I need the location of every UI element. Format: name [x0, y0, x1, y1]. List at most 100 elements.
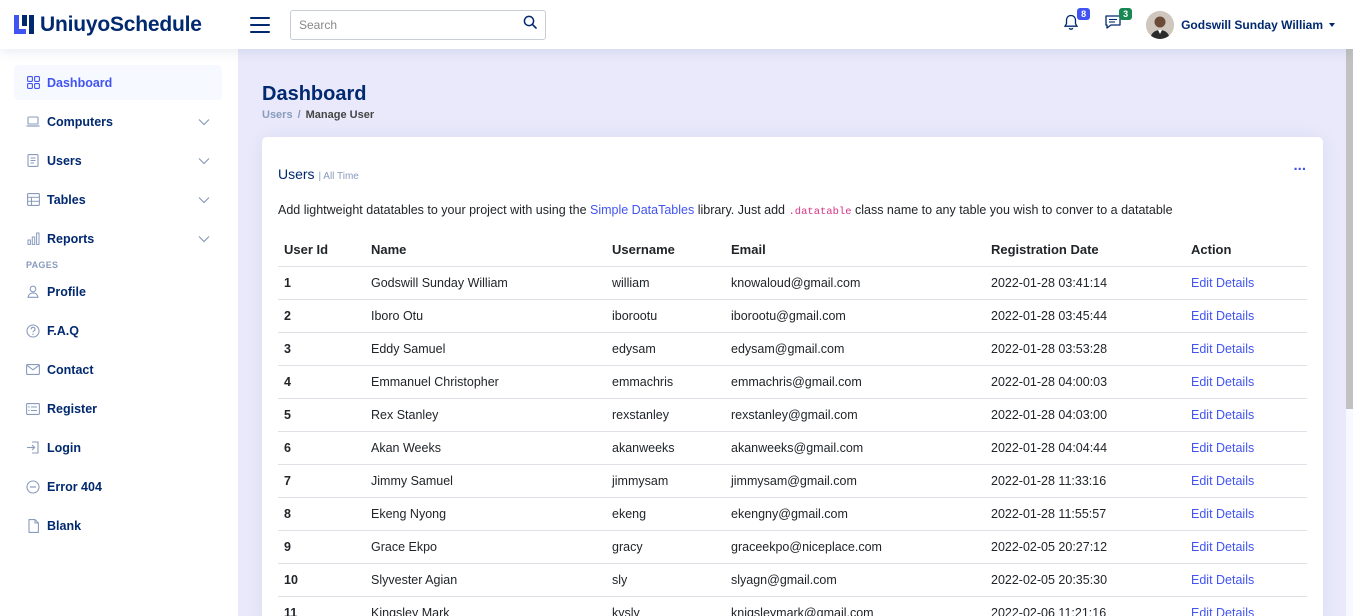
- cell-username: jimmysam: [606, 464, 725, 498]
- table-row: 7 Jimmy Samuel jimmysam jimmysam@gmail.com 2…: [278, 464, 1307, 498]
- sidebar-item-dashboard[interactable]: Dashboard: [14, 65, 222, 100]
- envelope-icon: [26, 363, 40, 377]
- edit-details-link[interactable]: Edit Details: [1191, 309, 1254, 323]
- page-title: Dashboard: [262, 83, 367, 105]
- sidebar-item-profile[interactable]: Profile: [14, 274, 222, 309]
- cell-user-id: 5: [278, 398, 365, 432]
- chevron-down-icon: [198, 115, 210, 129]
- table-row: 10 Slyvester Agian sly slyagn@gmail.com 2022…: [278, 563, 1307, 597]
- cell-registration-date: 2022-01-28 03:45:44: [985, 299, 1185, 333]
- sidebar-item-contact[interactable]: Contact: [14, 352, 222, 387]
- more-options-icon[interactable]: ...: [1293, 157, 1306, 174]
- card-title: Users | All Time: [278, 166, 359, 182]
- column-header-username[interactable]: Username: [606, 233, 725, 267]
- search-input[interactable]: [299, 17, 523, 32]
- sidebar-item-register[interactable]: Register: [14, 391, 222, 426]
- sidebar-item-tables[interactable]: Tables: [14, 182, 222, 217]
- sidebar-item-label: Login: [47, 440, 82, 455]
- cell-name: Rex Stanley: [365, 398, 606, 432]
- sidebar-item-label: Contact: [47, 362, 94, 377]
- table-row: 3 Eddy Samuel edysam edysam@gmail.com 2022-0…: [278, 332, 1307, 366]
- search-icon[interactable]: [523, 15, 537, 34]
- cell-email: kniqsleymark@gmail.com: [725, 596, 985, 616]
- edit-details-link[interactable]: Edit Details: [1191, 540, 1254, 554]
- chevron-down-icon: [198, 232, 210, 246]
- cell-email: slyagn@gmail.com: [725, 563, 985, 597]
- cell-action: Edit Details: [1185, 365, 1307, 399]
- table-row: 9 Grace Ekpo gracy graceekpo@niceplace.com 2…: [278, 530, 1307, 564]
- page-scrollbar[interactable]: [1346, 49, 1353, 409]
- cell-registration-date: 2022-01-28 11:55:57: [985, 497, 1185, 531]
- cell-username: akanweeks: [606, 431, 725, 465]
- cell-email: akanweeks@gmail.com: [725, 431, 985, 465]
- sidebar-item-login[interactable]: Login: [14, 430, 222, 465]
- simple-datatables-link[interactable]: Simple DataTables: [590, 203, 694, 217]
- cell-registration-date: 2022-01-28 03:53:28: [985, 332, 1185, 366]
- cell-username: sly: [606, 563, 725, 597]
- cell-user-id: 3: [278, 332, 365, 366]
- sidebar-item-faq[interactable]: F.A.Q: [14, 313, 222, 348]
- edit-details-link[interactable]: Edit Details: [1191, 606, 1254, 616]
- edit-details-link[interactable]: Edit Details: [1191, 375, 1254, 389]
- cell-user-id: 9: [278, 530, 365, 564]
- edit-details-link[interactable]: Edit Details: [1191, 474, 1254, 488]
- messages-button[interactable]: 3: [1102, 7, 1133, 36]
- cell-registration-date: 2022-02-06 11:21:16: [985, 596, 1185, 616]
- cell-name: Emmanuel Christopher: [365, 365, 606, 399]
- edit-details-link[interactable]: Edit Details: [1191, 408, 1254, 422]
- cell-name: Ekeng Nyong: [365, 497, 606, 531]
- sidebar-item-error-404[interactable]: Error 404: [14, 469, 222, 504]
- notifications-button[interactable]: 8: [1060, 7, 1091, 36]
- cell-action: Edit Details: [1185, 299, 1307, 333]
- messages-badge: 3: [1119, 7, 1133, 20]
- cell-registration-date: 2022-02-05 20:35:30: [985, 563, 1185, 597]
- cell-action: Edit Details: [1185, 530, 1307, 564]
- desc-text: class name to any table you wish to conv…: [851, 203, 1173, 217]
- edit-details-link[interactable]: Edit Details: [1191, 342, 1254, 356]
- cell-action: Edit Details: [1185, 596, 1307, 616]
- column-header-registration-date[interactable]: Registration Date: [985, 233, 1185, 267]
- edit-details-link[interactable]: Edit Details: [1191, 573, 1254, 587]
- card-list-icon: [26, 402, 40, 416]
- cell-action: Edit Details: [1185, 332, 1307, 366]
- column-header-email[interactable]: Email: [725, 233, 985, 267]
- cell-name: Godswill Sunday William: [365, 266, 606, 300]
- cell-name: Iboro Otu: [365, 299, 606, 333]
- breadcrumb-link-users[interactable]: Users: [262, 109, 293, 121]
- column-header-user-id[interactable]: User Id: [278, 233, 365, 267]
- cell-username: rexstanley: [606, 398, 725, 432]
- edit-details-link[interactable]: Edit Details: [1191, 441, 1254, 455]
- cell-user-id: 1: [278, 266, 365, 300]
- breadcrumb-current: Manage User: [305, 109, 375, 121]
- column-header-action[interactable]: Action: [1185, 233, 1307, 267]
- app-logo[interactable]: UniuyoSchedule: [0, 13, 248, 37]
- file-icon: [26, 518, 40, 533]
- table-row: 6 Akan Weeks akanweeks akanweeks@gmail.com 2…: [278, 431, 1307, 465]
- sidebar-item-label: Users: [47, 153, 82, 168]
- cell-user-id: 11: [278, 596, 365, 616]
- column-header-name[interactable]: Name: [365, 233, 606, 267]
- edit-details-link[interactable]: Edit Details: [1191, 507, 1254, 521]
- sidebar-pages-heading: PAGES: [26, 260, 59, 270]
- cell-registration-date: 2022-01-28 11:33:16: [985, 464, 1185, 498]
- sidebar-item-blank[interactable]: Blank: [14, 508, 222, 543]
- sidebar-item-computers[interactable]: Computers: [14, 104, 222, 139]
- menu-toggle-icon[interactable]: [250, 16, 270, 33]
- cell-username: gracy: [606, 530, 725, 564]
- sidebar-item-users[interactable]: Users: [14, 143, 222, 178]
- card-description: Add lightweight datatables to your proje…: [278, 203, 1173, 218]
- sidebar-item-label: Profile: [47, 284, 86, 299]
- table-row: 5 Rex Stanley rexstanley rexstanley@gmail.c…: [278, 398, 1307, 432]
- breadcrumb: Users / Manage User: [262, 109, 374, 121]
- cell-email: knowaloud@gmail.com: [725, 266, 985, 300]
- sidebar-item-reports[interactable]: Reports: [14, 221, 222, 256]
- chevron-down-icon: [198, 193, 210, 207]
- edit-details-link[interactable]: Edit Details: [1191, 276, 1254, 290]
- cell-user-id: 8: [278, 497, 365, 531]
- cell-action: Edit Details: [1185, 563, 1307, 597]
- cell-name: Jimmy Samuel: [365, 464, 606, 498]
- table-row: 8 Ekeng Nyong ekeng ekengny@gmail.com 2022-0…: [278, 497, 1307, 531]
- cell-username: ekeng: [606, 497, 725, 531]
- profile-dropdown[interactable]: Godswill Sunday William: [1146, 10, 1335, 39]
- cell-username: kysly: [606, 596, 725, 616]
